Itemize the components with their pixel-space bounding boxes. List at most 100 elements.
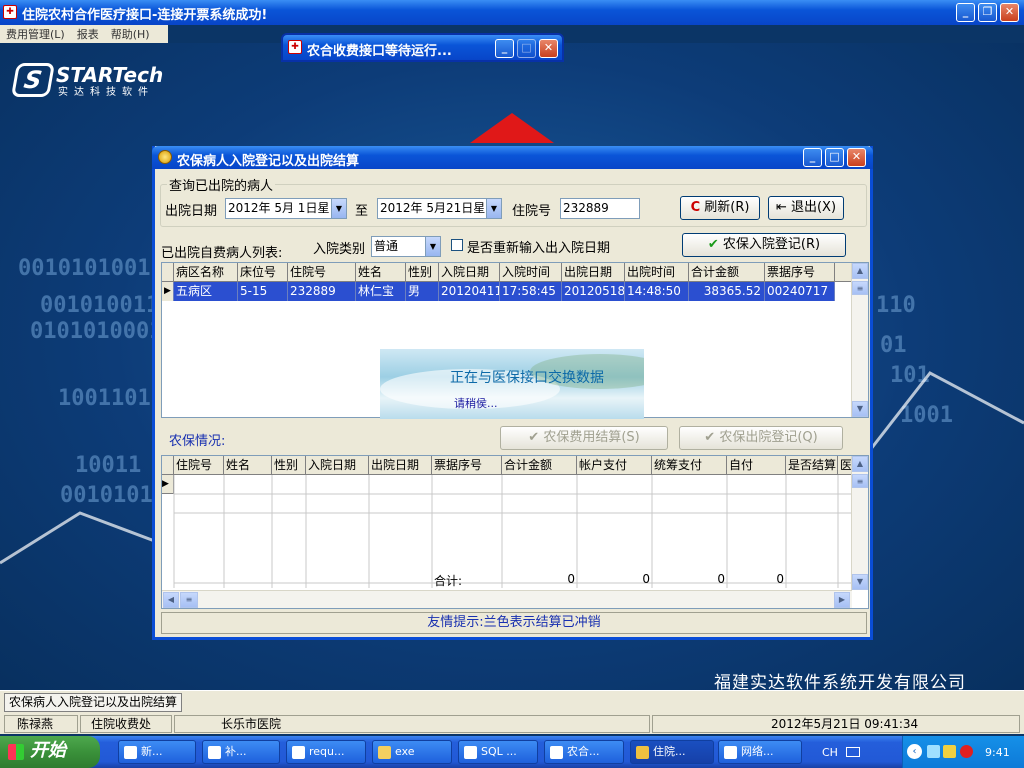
system-tray: ‹ 9:41 <box>902 736 1024 768</box>
clock[interactable]: 9:41 <box>985 746 1010 759</box>
close-button[interactable]: ✕ <box>539 39 558 58</box>
menu-help[interactable]: 帮助(H) <box>105 25 156 43</box>
to-label: 至 <box>355 204 369 219</box>
col-settled[interactable]: 是否结算 <box>786 456 838 475</box>
minimize-button[interactable]: _ <box>803 148 822 167</box>
keyboard-icon[interactable] <box>846 747 860 757</box>
date-from-picker[interactable]: 2012年 5月 1日星 ▼ <box>225 198 347 219</box>
col-receipt-no[interactable]: 票据序号 <box>432 456 502 475</box>
dropdown-arrow-icon[interactable]: ▼ <box>425 237 440 256</box>
scroll-thumb[interactable]: ≡ <box>180 592 198 608</box>
col-account-pay[interactable]: 帐户支付 <box>577 456 652 475</box>
main-window-title: 住院农村合作医疗接口-连接开票系统成功! <box>22 8 268 23</box>
scroll-thumb[interactable]: ≡ <box>852 281 868 295</box>
word-icon <box>124 746 137 759</box>
restore-button[interactable]: ❐ <box>978 3 997 22</box>
query-group-label: 查询已出院的病人 <box>169 179 274 194</box>
admission-type-select[interactable]: 普通 ▼ <box>371 236 441 257</box>
vertical-scrollbar[interactable]: ▲ ≡ ▼ <box>851 263 868 417</box>
date-to-picker[interactable]: 2012年 5月21日星 ▼ <box>377 198 502 219</box>
col-pooled-pay[interactable]: 统筹支付 <box>652 456 727 475</box>
minimize-button[interactable]: _ <box>495 39 514 58</box>
dropdown-arrow-icon[interactable]: ▼ <box>331 199 346 218</box>
grid-header: 病区名称 床位号 住院号 姓名 性别 入院日期 入院时间 出院日期 出院时间 合… <box>162 263 852 282</box>
menu-bar: 费用管理(L) 报表 帮助(H) <box>0 25 168 43</box>
task-button[interactable]: exe <box>372 740 452 764</box>
dropdown-arrow-icon[interactable]: ▼ <box>486 199 501 218</box>
app-icon: ✚ <box>288 40 302 54</box>
scroll-down-icon[interactable]: ▼ <box>852 401 868 417</box>
task-button[interactable]: 新... <box>118 740 196 764</box>
reenter-checkbox[interactable] <box>451 239 463 251</box>
scroll-thumb[interactable]: ≡ <box>852 474 868 488</box>
menu-reports[interactable]: 报表 <box>71 25 105 43</box>
col-admit-time[interactable]: 入院时间 <box>500 263 562 282</box>
scroll-down-icon[interactable]: ▼ <box>852 574 868 590</box>
col-bed[interactable]: 床位号 <box>238 263 288 282</box>
menu-fee-management[interactable]: 费用管理(L) <box>0 25 71 43</box>
table-row[interactable]: ▶ 五病区 5-15 232889 林仁宝 男 20120411 17:58:4… <box>162 282 835 301</box>
stop-icon[interactable] <box>960 745 973 758</box>
task-button[interactable]: 补... <box>202 740 280 764</box>
col-gender[interactable]: 性别 <box>406 263 439 282</box>
task-button[interactable]: requ... <box>286 740 366 764</box>
vertical-scrollbar[interactable]: ▲ ≡ ▼ <box>851 456 868 590</box>
list-label: 已出院自费病人列表: <box>161 246 283 261</box>
col-self-pay[interactable]: 自付 <box>727 456 786 475</box>
task-button[interactable]: 网络... <box>718 740 802 764</box>
wait-window-title: 农合收费接口等待运行... <box>307 44 452 59</box>
minimize-button[interactable]: _ <box>956 3 975 22</box>
col-discharge-time[interactable]: 出院时间 <box>625 263 689 282</box>
col-ward[interactable]: 病区名称 <box>174 263 238 282</box>
col-discharge-date[interactable]: 出院日期 <box>369 456 432 475</box>
exit-door-icon: ⇤ <box>775 200 787 215</box>
refresh-button[interactable]: C 刷新(R) <box>680 196 760 220</box>
task-button-active[interactable]: 住院... <box>630 740 714 764</box>
col-total-amount[interactable]: 合计金额 <box>689 263 765 282</box>
register-button[interactable]: ✔ 农保入院登记(R) <box>682 233 846 257</box>
col-total-amount[interactable]: 合计金额 <box>502 456 577 475</box>
col-name[interactable]: 姓名 <box>356 263 406 282</box>
insurance-grid[interactable]: 住院号 姓名 性别 入院日期 出院日期 票据序号 合计金额 帐户支付 统筹支付 … <box>161 455 869 609</box>
exchange-progress-panel: 正在与医保接口交换数据 请稍侯... <box>380 349 644 419</box>
close-button[interactable]: ✕ <box>847 148 866 167</box>
maximize-button[interactable]: □ <box>825 148 844 167</box>
col-admit-date[interactable]: 入院日期 <box>439 263 500 282</box>
discharge-register-button[interactable]: ✔ 农保出院登记(Q) <box>679 426 843 450</box>
mdi-tab[interactable]: 农保病人入院登记以及出院结算 <box>4 693 183 712</box>
col-discharge-date[interactable]: 出院日期 <box>562 263 625 282</box>
taskbar: 开始 新... 补... requ... exe SQL ... 农合... 住… <box>0 736 1024 768</box>
col-admission-no[interactable]: 住院号 <box>174 456 224 475</box>
tray-app-icon[interactable] <box>943 745 956 758</box>
status-bar: 陈禄燕 住院收费处 长乐市医院 2012年5月21日 09:41:34 <box>0 714 1024 734</box>
exit-button[interactable]: ⇤ 退出(X) <box>768 196 844 220</box>
windows-flag-icon <box>8 744 24 760</box>
ime-indicator[interactable]: CH <box>822 746 838 759</box>
settle-button[interactable]: ✔ 农保费用结算(S) <box>500 426 668 450</box>
tray-expand-icon[interactable]: ‹ <box>907 744 922 759</box>
admission-no-input[interactable]: 232889 <box>560 198 640 219</box>
scroll-up-icon[interactable]: ▲ <box>852 263 868 279</box>
task-button[interactable]: 农合... <box>544 740 624 764</box>
col-gender[interactable]: 性别 <box>272 456 306 475</box>
wait-window[interactable]: ✚ 农合收费接口等待运行... _ □ ✕ <box>281 33 564 62</box>
main-title-bar[interactable]: ✚ 住院农村合作医疗接口-连接开票系统成功! _ ❐ ✕ <box>0 0 1024 25</box>
horizontal-scrollbar[interactable]: ◀ ≡ ▶ <box>162 590 852 608</box>
col-admit-date[interactable]: 入院日期 <box>306 456 369 475</box>
scroll-right-icon[interactable]: ▶ <box>834 592 850 608</box>
progress-sub-message: 请稍侯... <box>454 397 498 410</box>
dialog-title-bar[interactable]: 农保病人入院登记以及出院结算 _ □ ✕ <box>152 146 873 169</box>
total-amount: 0 <box>567 572 575 586</box>
start-button[interactable]: 开始 <box>0 736 100 768</box>
progress-message: 正在与医保接口交换数据 <box>450 370 604 386</box>
col-admission-no[interactable]: 住院号 <box>288 263 356 282</box>
sql-icon <box>464 746 477 759</box>
col-receipt-no[interactable]: 票据序号 <box>765 263 835 282</box>
close-button[interactable]: ✕ <box>1000 3 1019 22</box>
network-tray-icon[interactable] <box>927 745 940 758</box>
scroll-left-icon[interactable]: ◀ <box>163 592 179 608</box>
scroll-up-icon[interactable]: ▲ <box>852 456 868 472</box>
col-name[interactable]: 姓名 <box>224 456 272 475</box>
task-button[interactable]: SQL ... <box>458 740 538 764</box>
document-icon <box>292 746 305 759</box>
